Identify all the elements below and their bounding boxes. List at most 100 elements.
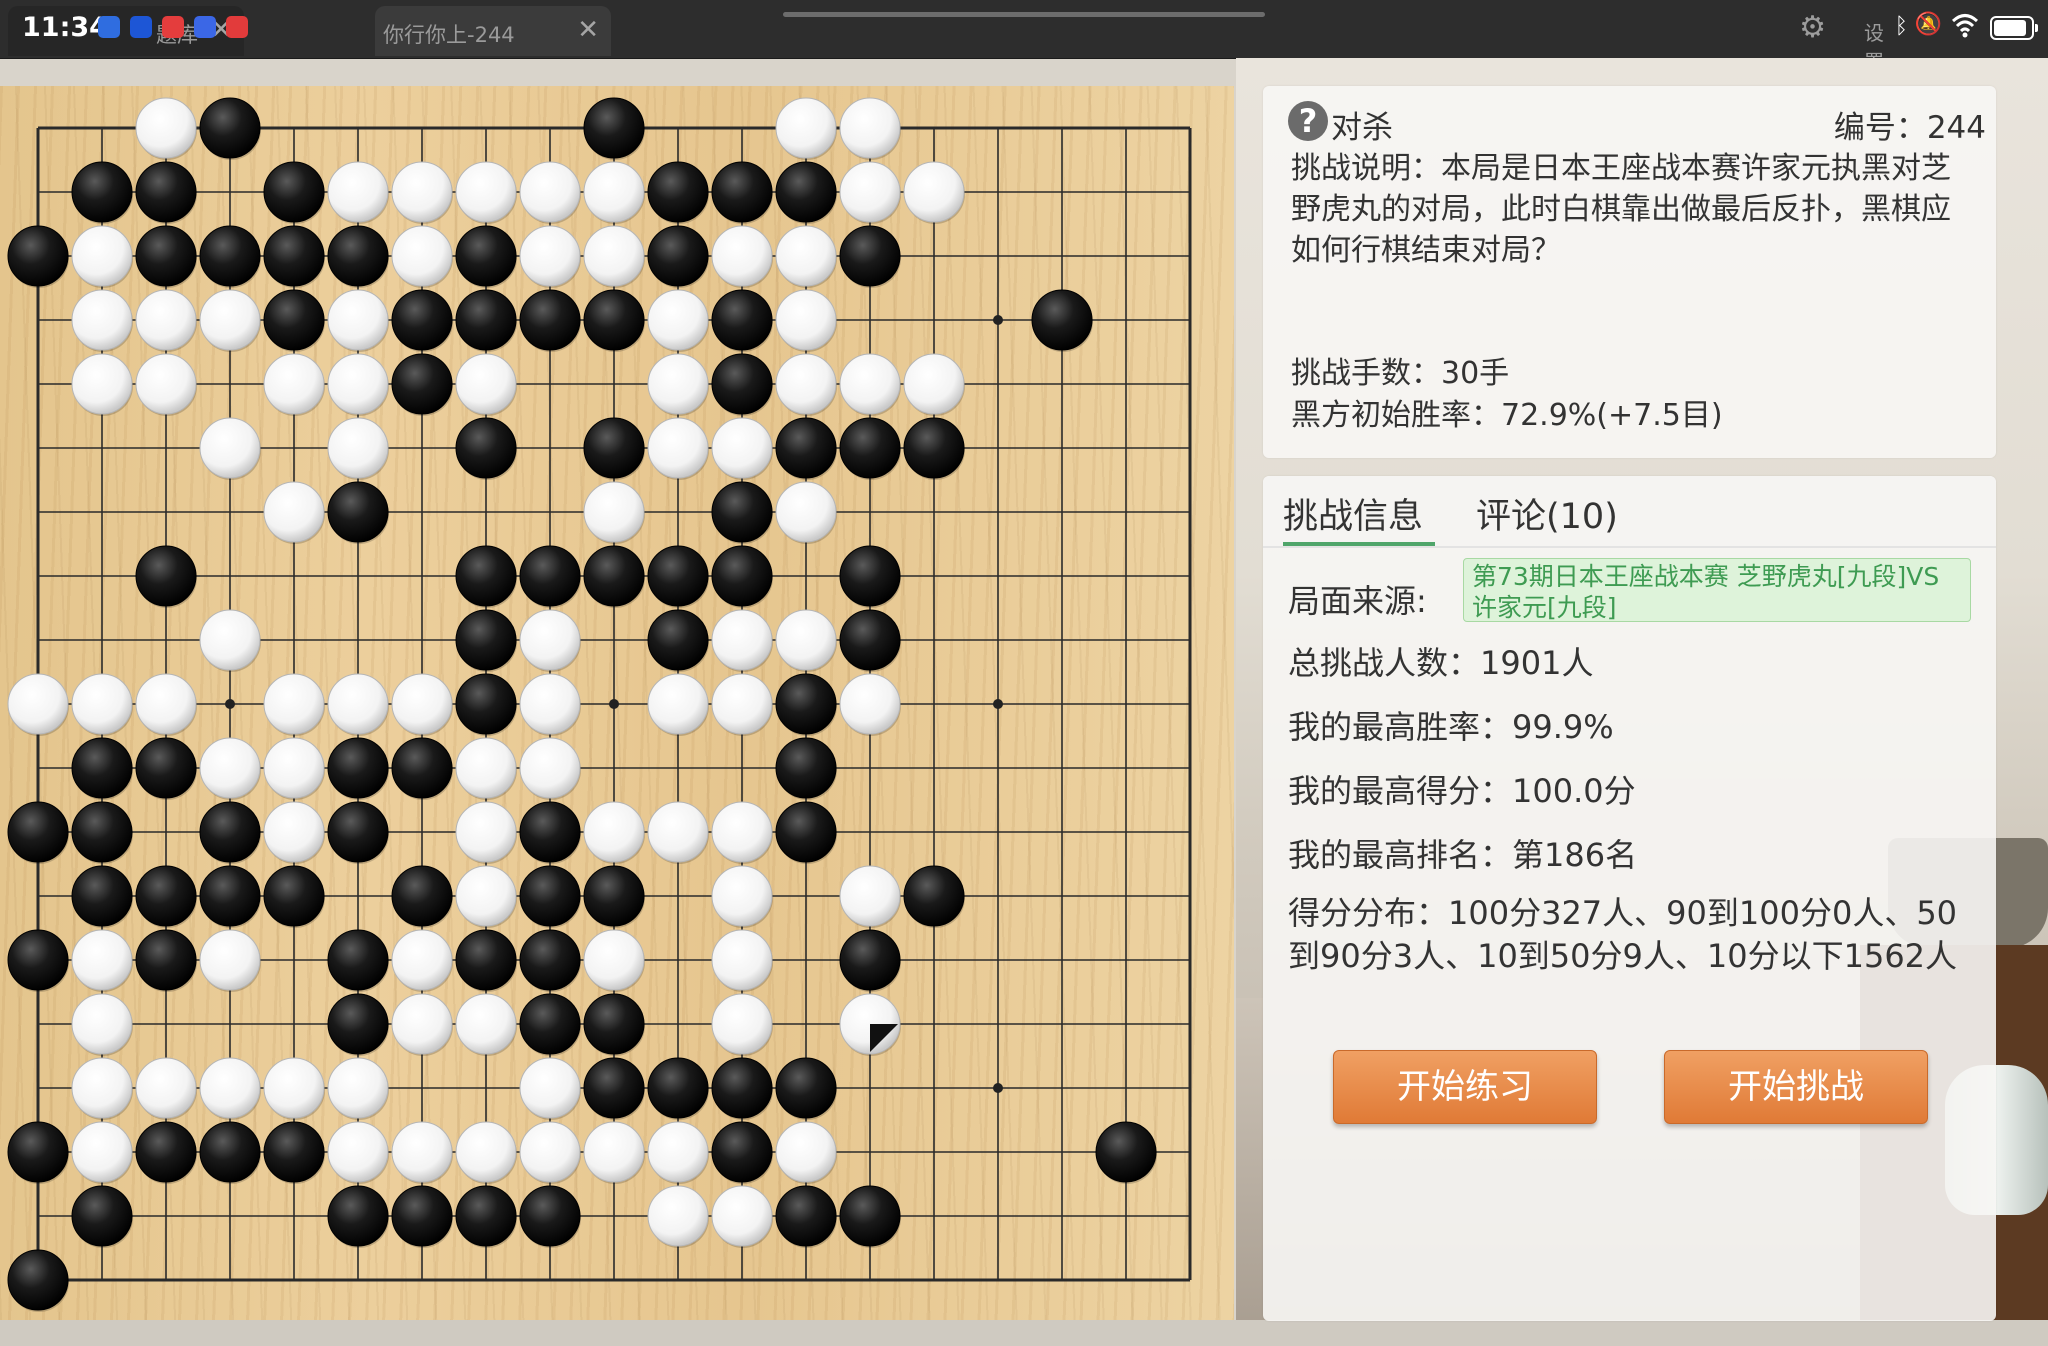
black-stone xyxy=(263,1121,325,1183)
best-rank: 我的最高排名：第186名 xyxy=(1288,836,1638,874)
black-stone xyxy=(135,929,197,991)
black-stone xyxy=(7,801,69,863)
black-stone xyxy=(391,1185,453,1247)
black-stone xyxy=(839,929,901,991)
black-stone xyxy=(71,865,133,927)
black-stone xyxy=(199,865,261,927)
black-stone xyxy=(7,929,69,991)
clock: 11:34 xyxy=(22,12,108,43)
black-stone xyxy=(775,1057,837,1119)
gear-icon[interactable]: ⚙ xyxy=(1799,10,1826,45)
white-stone xyxy=(711,673,773,735)
tab-challenge-info[interactable]: 挑战信息 xyxy=(1283,488,1423,539)
black-stone xyxy=(519,801,581,863)
white-stone xyxy=(455,737,517,799)
white-stone xyxy=(327,353,389,415)
star-point xyxy=(993,1083,1003,1093)
app-icon xyxy=(194,16,216,38)
white-stone xyxy=(455,801,517,863)
source-link[interactable]: 第73期日本王座战本赛 芝野虎丸[九段]VS许家元[九段] xyxy=(1463,558,1971,622)
black-stone xyxy=(903,865,965,927)
black-stone xyxy=(839,1185,901,1247)
black-stone xyxy=(647,161,709,223)
white-stone xyxy=(455,1121,517,1183)
app-icon xyxy=(98,16,120,38)
black-stone xyxy=(135,1121,197,1183)
white-stone xyxy=(135,97,197,159)
black-stone xyxy=(519,289,581,351)
white-stone xyxy=(391,993,453,1055)
white-stone xyxy=(583,801,645,863)
bluetooth-icon: ᛒ xyxy=(1894,14,1908,39)
white-stone xyxy=(583,161,645,223)
board-grid[interactable] xyxy=(0,86,1234,1320)
white-stone xyxy=(775,97,837,159)
black-stone xyxy=(199,801,261,863)
black-stone xyxy=(263,865,325,927)
white-stone xyxy=(903,161,965,223)
white-stone xyxy=(647,1185,709,1247)
white-stone xyxy=(775,1121,837,1183)
white-stone xyxy=(71,1057,133,1119)
star-point xyxy=(609,699,619,709)
white-stone xyxy=(647,289,709,351)
white-stone xyxy=(391,929,453,991)
white-stone xyxy=(455,865,517,927)
black-stone xyxy=(647,609,709,671)
white-stone xyxy=(7,673,69,735)
white-stone xyxy=(199,609,261,671)
white-stone xyxy=(775,353,837,415)
start-challenge-button[interactable]: 开始挑战 xyxy=(1664,1050,1928,1124)
white-stone xyxy=(647,801,709,863)
white-stone xyxy=(519,161,581,223)
tab-comments[interactable]: 评论(10) xyxy=(1476,488,1618,539)
white-stone xyxy=(199,1057,261,1119)
white-stone xyxy=(839,161,901,223)
black-stone xyxy=(519,545,581,607)
white-stone xyxy=(711,1185,773,1247)
white-stone xyxy=(71,993,133,1055)
white-stone xyxy=(327,1057,389,1119)
wifi-icon xyxy=(1951,14,1979,38)
black-stone xyxy=(455,1185,517,1247)
white-stone xyxy=(199,289,261,351)
white-stone xyxy=(903,353,965,415)
white-stone xyxy=(839,865,901,927)
black-stone xyxy=(839,225,901,287)
black-stone xyxy=(7,1121,69,1183)
black-stone xyxy=(583,289,645,351)
black-stone xyxy=(71,801,133,863)
white-stone xyxy=(711,417,773,479)
black-initial-winrate: 黑方初始胜率：72.9%(+7.5目) xyxy=(1291,398,1723,433)
window-drag-handle[interactable] xyxy=(783,12,1265,17)
black-stone xyxy=(519,865,581,927)
black-stone xyxy=(775,673,837,735)
white-stone xyxy=(839,97,901,159)
white-stone xyxy=(135,1057,197,1119)
best-winrate: 我的最高胜率：99.9% xyxy=(1288,708,1614,746)
white-stone xyxy=(135,289,197,351)
black-stone xyxy=(1095,1121,1157,1183)
white-stone xyxy=(647,1121,709,1183)
black-stone xyxy=(135,225,197,287)
black-stone xyxy=(455,417,517,479)
tab-problem-244[interactable]: 你行你上-244 ✕ xyxy=(375,6,611,56)
start-practice-button[interactable]: 开始练习 xyxy=(1333,1050,1597,1124)
black-stone xyxy=(583,993,645,1055)
black-stone xyxy=(7,225,69,287)
problem-panel: ? 对杀 编号：244 挑战说明：本局是日本王座战本赛许家元执黑对芝野虎丸的对局… xyxy=(1263,86,1996,458)
white-stone xyxy=(327,417,389,479)
help-icon[interactable]: ? xyxy=(1288,101,1328,141)
black-stone xyxy=(711,1121,773,1183)
white-stone xyxy=(391,225,453,287)
black-stone xyxy=(839,417,901,479)
go-board[interactable] xyxy=(0,86,1234,1320)
black-stone xyxy=(711,545,773,607)
white-stone xyxy=(327,1121,389,1183)
black-stone xyxy=(71,737,133,799)
close-icon[interactable]: ✕ xyxy=(577,15,599,45)
black-stone xyxy=(583,1057,645,1119)
white-stone xyxy=(647,353,709,415)
browser-icon xyxy=(130,16,152,38)
black-stone xyxy=(455,609,517,671)
